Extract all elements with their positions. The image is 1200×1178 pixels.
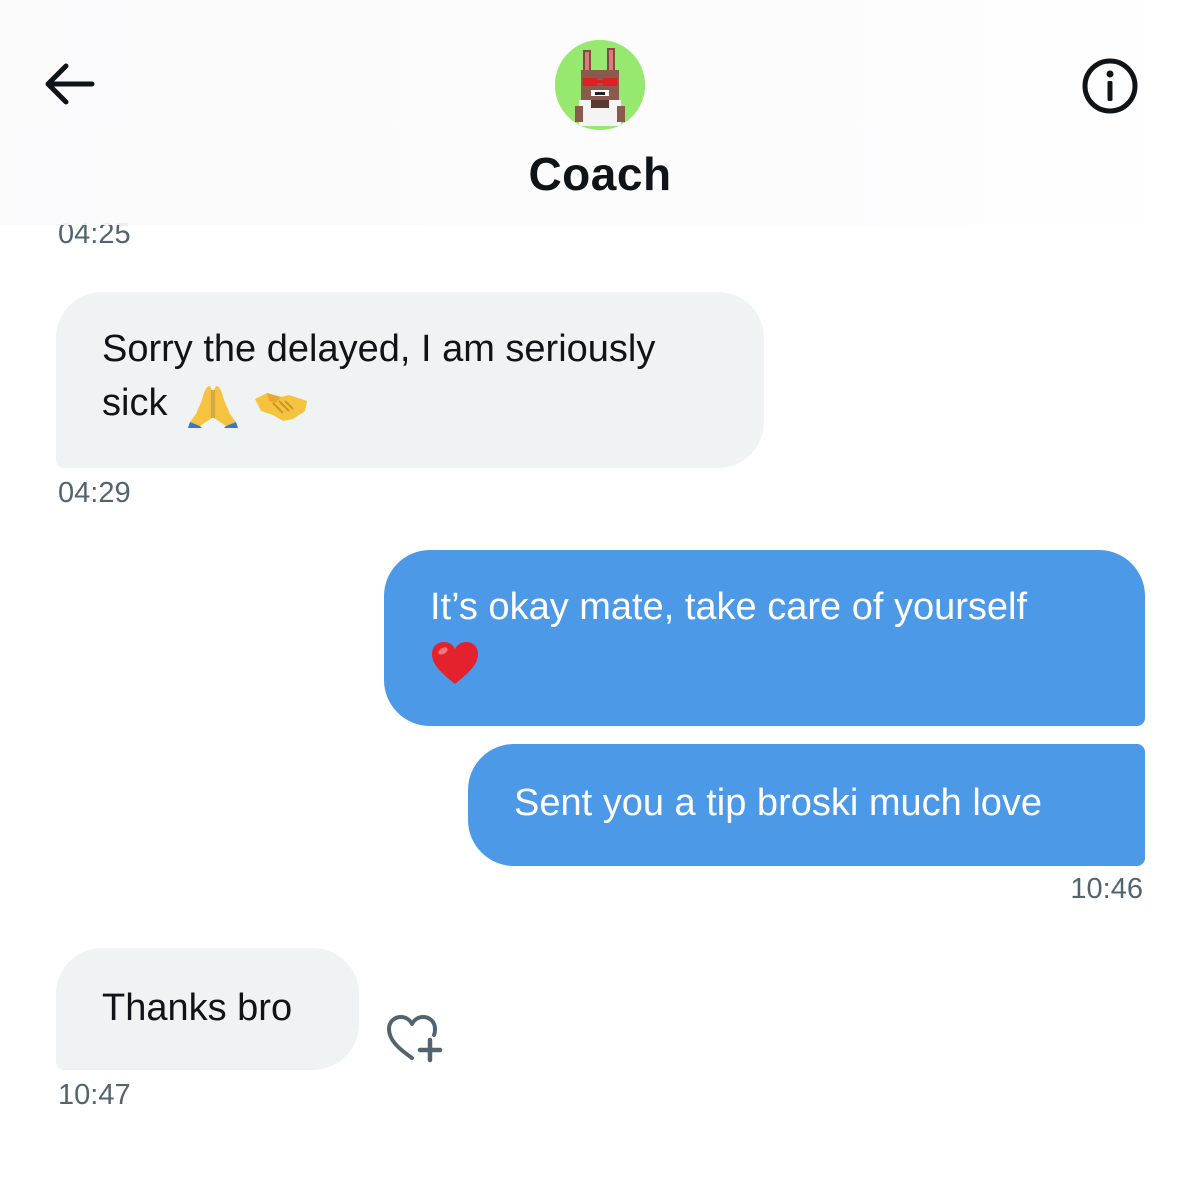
outgoing-message-bubble[interactable]: It’s okay mate, take care of yourself [384,550,1145,726]
red-heart-emoji [430,640,480,686]
arrow-left-icon [45,63,95,105]
incoming-message-bubble[interactable]: Thanks bro [56,948,359,1070]
contact-name[interactable]: Coach [0,147,1200,201]
message-text: Sorry the delayed, I am seriously [102,328,656,370]
message-text-line: sick [102,376,720,430]
message-text: Sent you a tip broski much love [514,782,1043,824]
avatar[interactable] [555,40,645,130]
back-button[interactable] [36,52,100,116]
message-text: It’s okay mate, take care of yourself [430,586,1028,628]
handshake-emoji [253,385,309,425]
conversation-header: Coach [0,0,1200,225]
info-circle-icon [1082,58,1138,114]
incoming-message-bubble[interactable]: Sorry the delayed, I am seriously sick [56,292,764,468]
message-timestamp: 04:29 [58,477,131,509]
conversation-info-button[interactable] [1078,54,1142,118]
heart-plus-icon [387,1015,443,1063]
message-text: Thanks bro [102,987,293,1029]
add-reaction-button[interactable] [384,1010,448,1066]
outgoing-message-bubble[interactable]: Sent you a tip broski much love [468,744,1145,866]
message-text-line [430,634,1105,688]
message-timestamp: 10:47 [58,1079,131,1111]
bunny-avatar-icon [555,40,645,130]
message-timestamp: 10:46 [1070,873,1143,905]
folded-hands-emoji [188,382,239,428]
